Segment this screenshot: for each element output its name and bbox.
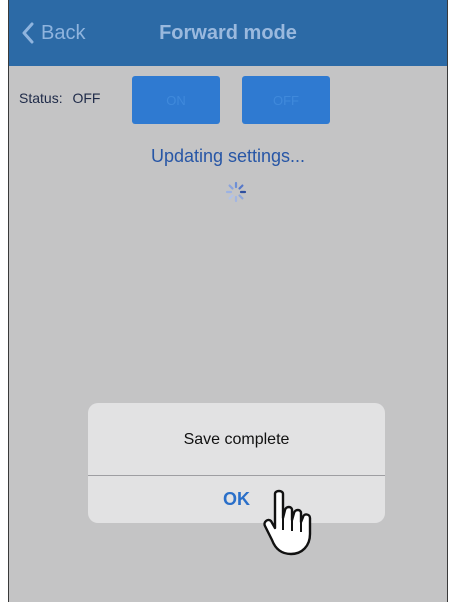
page-title: Forward mode — [159, 22, 297, 44]
dialog-message: Save complete — [183, 431, 290, 448]
ok-button[interactable]: OK — [88, 476, 385, 523]
status-row: Status: OFF — [19, 90, 100, 106]
status-value: OFF — [72, 90, 101, 106]
updating-message: Updating settings... — [150, 146, 306, 166]
save-complete-dialog: Save complete OK — [88, 403, 385, 523]
navigation-bar: Back Forward mode — [9, 0, 447, 66]
status-label: Status: — [19, 90, 63, 106]
pointing-hand-icon — [263, 489, 312, 556]
off-button[interactable]: OFF — [242, 76, 330, 124]
on-button[interactable]: ON — [132, 76, 220, 124]
spinner-icon — [225, 181, 247, 203]
ok-label: OK — [223, 489, 250, 509]
app-screen: Back Forward mode Status: OFF ON OFF Upd… — [8, 0, 448, 602]
